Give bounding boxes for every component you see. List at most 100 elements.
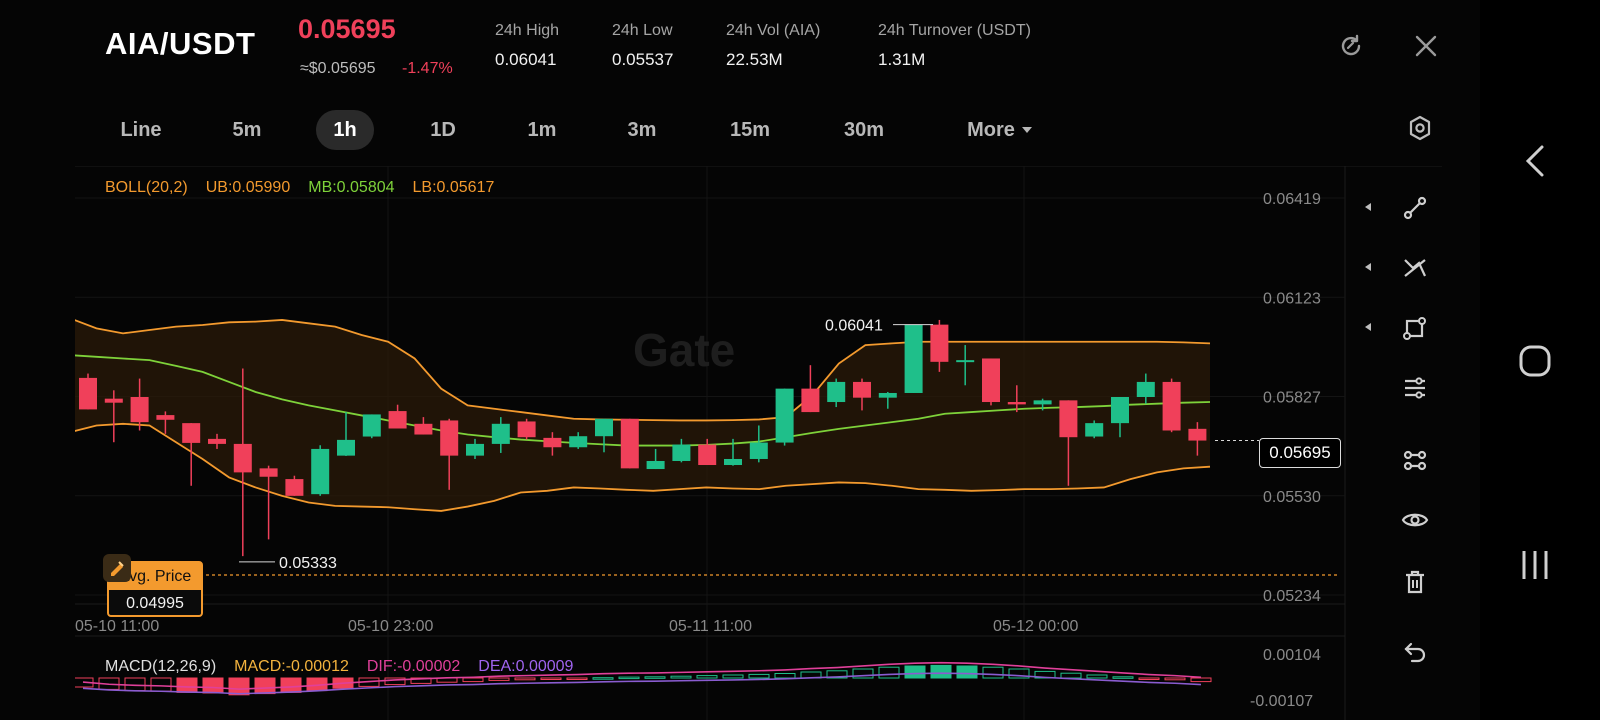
dea-value: DEA:0.00009 <box>478 658 574 675</box>
undo-icon[interactable] <box>1395 634 1435 670</box>
tab-1d[interactable]: 1D <box>408 110 478 150</box>
macd-histogram-bar <box>644 676 666 679</box>
chart-settings-icon[interactable] <box>1405 113 1435 143</box>
price-tick-label: 0.05530 <box>1263 489 1321 506</box>
candle-body <box>79 377 97 410</box>
macd-histogram-bar <box>254 677 276 695</box>
position-icon[interactable] <box>103 554 131 582</box>
low-marker-label: 0.05333 <box>279 555 337 572</box>
candle-body <box>620 418 639 469</box>
macd-histogram-bar <box>878 666 900 679</box>
price-tick-label: 0.05827 <box>1263 390 1321 407</box>
expand-arrow-icon[interactable] <box>1363 262 1373 272</box>
candle-body <box>1188 428 1207 441</box>
stat-label: 24h Vol (AIA) <box>726 22 821 39</box>
macd-histogram-bar <box>150 677 172 692</box>
macd-histogram-bar <box>1086 674 1108 679</box>
candle-body <box>156 415 175 420</box>
macd-histogram-bar <box>956 665 978 679</box>
tab-1m[interactable]: 1m <box>507 110 577 150</box>
macd-histogram-bar <box>540 677 562 680</box>
stat-value: 0.06041 <box>495 50 557 69</box>
candle-body <box>646 460 665 470</box>
time-tick-label: 05-12 00:00 <box>993 618 1079 635</box>
price-change: -1.47% <box>402 60 453 77</box>
price-tick-label: 0.06419 <box>1263 191 1321 208</box>
tab-5m[interactable]: 5m <box>212 110 282 150</box>
tab-more[interactable]: More <box>952 110 1048 150</box>
candle-body <box>233 443 252 473</box>
tab-line[interactable]: Line <box>106 110 176 150</box>
back-icon[interactable] <box>1522 144 1550 178</box>
macd-histogram-bar <box>1190 677 1212 683</box>
caret-down-icon <box>1021 127 1032 133</box>
boll-name: BOLL(20,2) <box>105 179 188 196</box>
trash-icon[interactable] <box>1395 564 1435 600</box>
candle-body <box>466 443 484 456</box>
macd-histogram-bar <box>202 677 224 694</box>
candle-body <box>362 414 381 437</box>
price-tick-label: 0.05234 <box>1263 588 1321 605</box>
trend-tool-icon[interactable] <box>1395 250 1435 286</box>
tab-30m[interactable]: 30m <box>827 110 901 150</box>
macd-histogram-bar <box>722 674 744 679</box>
macd-histogram-bar <box>566 677 588 680</box>
macd-histogram-bar <box>618 676 640 680</box>
tab-15m[interactable]: 15m <box>714 110 786 150</box>
stat-24h-high: 24h High 0.06041 <box>495 22 559 70</box>
indicator-icon[interactable] <box>1395 442 1435 478</box>
fiat-price: ≈$0.05695 <box>300 60 376 77</box>
system-navigation-bar <box>1480 0 1600 720</box>
candle-body <box>853 381 871 398</box>
expand-arrow-icon[interactable] <box>1363 202 1373 212</box>
expand-arrow-icon[interactable] <box>1363 322 1373 332</box>
candle-body <box>672 444 691 461</box>
time-tick-label: 05-10 23:00 <box>348 618 434 635</box>
close-icon[interactable] <box>1411 31 1441 61</box>
candle-body <box>182 423 201 443</box>
macd-histogram-bar <box>1164 677 1186 681</box>
home-icon[interactable] <box>1518 344 1552 378</box>
candle-body <box>440 420 459 456</box>
candle-body <box>749 442 768 459</box>
candle-body <box>569 436 588 448</box>
macd-histogram-bar <box>1060 672 1082 679</box>
macd-histogram-bar <box>1112 676 1134 679</box>
macd-histogram-bar <box>748 673 770 679</box>
candle-body <box>775 388 794 443</box>
tab-more-label: More <box>967 119 1015 141</box>
candle-body <box>491 423 510 444</box>
avg-price-value: 0.04995 <box>126 595 184 612</box>
macd-histogram-bar <box>982 666 1004 679</box>
eye-icon[interactable] <box>1395 502 1435 538</box>
stat-value: 22.53M <box>726 50 783 69</box>
macd-panel: 0.00104 -0.00107 <box>75 647 1321 710</box>
boll-lb: LB:0.05617 <box>412 179 495 196</box>
boll-legend: BOLL(20,2) UB:0.05990 MB:0.05804 LB:0.05… <box>105 179 494 197</box>
boll-ub: UB:0.05990 <box>205 179 291 196</box>
candle-body <box>388 411 407 429</box>
candle-body <box>1059 400 1078 438</box>
tab-3m[interactable]: 3m <box>607 110 677 150</box>
last-price: 0.05695 <box>298 14 396 44</box>
candle-body <box>311 448 330 495</box>
tab-1h[interactable]: 1h <box>316 110 374 150</box>
high-marker-label: 0.06041 <box>825 318 883 335</box>
candle-body <box>698 444 717 466</box>
macd-histogram-bar <box>930 664 952 679</box>
macd-histogram-bar <box>488 677 510 681</box>
settings-sliders-icon[interactable] <box>1395 370 1435 406</box>
stat-label: 24h High <box>495 22 560 39</box>
time-tick-label: 05-11 11:00 <box>669 618 752 635</box>
trading-pair-title[interactable]: AIA/USDT <box>105 26 255 62</box>
app-window: AIA/USDT 0.05695 ≈$0.05695 -1.47% 24h Hi… <box>0 0 1480 720</box>
candle-body <box>956 360 975 363</box>
candle-body <box>878 392 897 398</box>
refresh-icon[interactable] <box>1336 31 1366 61</box>
candle-body <box>827 381 846 403</box>
line-draw-icon[interactable] <box>1395 190 1435 226</box>
recents-icon[interactable] <box>1520 548 1550 582</box>
shape-tool-icon[interactable] <box>1395 310 1435 346</box>
candle-body <box>1033 400 1052 405</box>
stat-24h-turnover: 24h Turnover (USDT) 1.31M <box>878 22 1031 70</box>
